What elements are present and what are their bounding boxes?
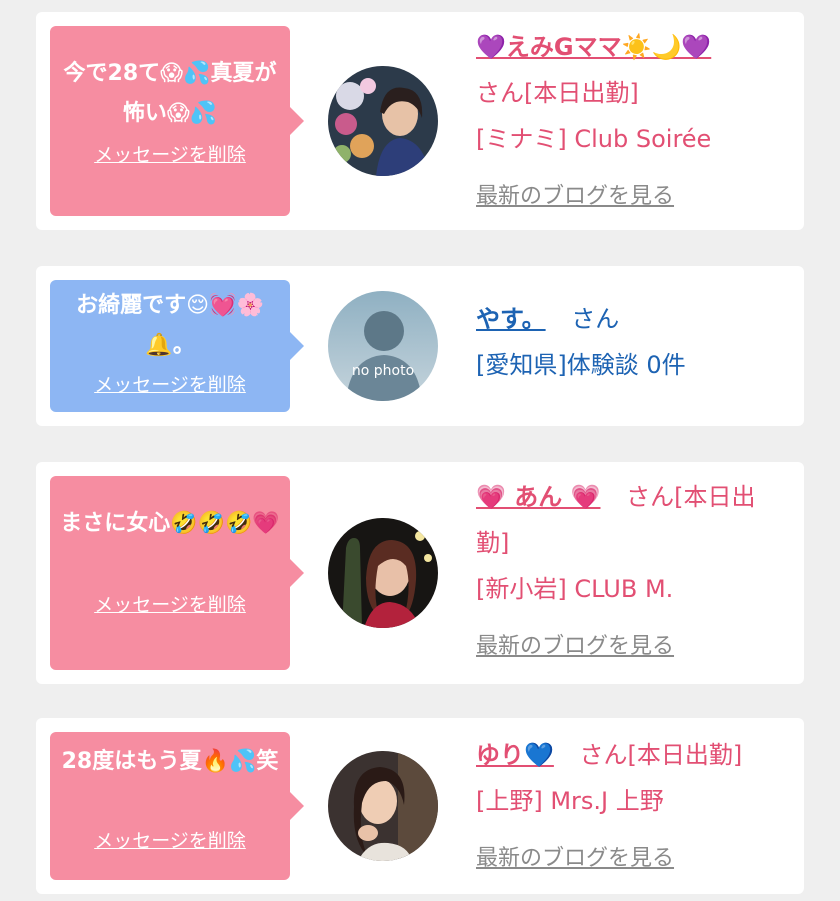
avatar[interactable]: [328, 66, 438, 176]
sender-name-link[interactable]: 💗 あん 💗: [476, 483, 600, 511]
sender-info: やす。 さん [愛知県]体験談 0件: [476, 296, 788, 388]
avatar-no-photo[interactable]: no photo: [328, 291, 438, 401]
store-info: [ミナミ] Club Soirée: [476, 125, 712, 153]
avatar[interactable]: [328, 751, 438, 861]
no-photo-label: no photo: [351, 363, 415, 379]
sender-name-link[interactable]: ゆり💙: [476, 741, 554, 769]
latest-blog-link[interactable]: 最新のブログを見る: [476, 624, 788, 670]
sender-name-link[interactable]: 💜えみGママ☀️🌙💜: [476, 33, 711, 61]
message-card: 28度はもう夏🔥💦笑 メッセージを削除 ゆり💙 さん[本日出勤] [上野] Mr…: [36, 718, 804, 894]
message-list: 今で28て😱💦真夏が怖い😱💦 メッセージを削除 💜えみGママ☀️🌙💜 さん[本日…: [0, 0, 840, 901]
sender-name-link[interactable]: やす。: [476, 305, 546, 333]
message-bubble: お綺麗です😌💓🌸🔔。 メッセージを削除: [50, 280, 304, 412]
delete-message-link[interactable]: メッセージを削除: [60, 140, 280, 167]
store-info: [新小岩] CLUB M.: [476, 575, 674, 603]
sender-info: ゆり💙 さん[本日出勤] [上野] Mrs.J 上野 最新のブログを見る: [476, 732, 788, 882]
latest-blog-link[interactable]: 最新のブログを見る: [476, 836, 788, 882]
sender-status: さん: [571, 305, 620, 333]
avatar-photo: [328, 66, 438, 176]
latest-blog-link[interactable]: 最新のブログを見る: [476, 174, 788, 220]
message-card: まさに女心🤣🤣🤣💗 メッセージを削除 💗 あん 💗 さん[本日出勤] [新小岩]…: [36, 462, 804, 684]
message-text: 28度はもう夏🔥💦笑: [61, 749, 279, 774]
message-text: まさに女心🤣🤣🤣💗: [60, 511, 280, 536]
message-card: 今で28て😱💦真夏が怖い😱💦 メッセージを削除 💜えみGママ☀️🌙💜 さん[本日…: [36, 12, 804, 230]
no-photo-icon: [328, 291, 438, 401]
avatar-photo: [328, 751, 438, 861]
store-info: [上野] Mrs.J 上野: [476, 787, 664, 815]
sender-status: さん[本日出勤]: [579, 741, 743, 769]
store-info: [愛知県]体験談 0件: [476, 351, 686, 379]
delete-message-link[interactable]: メッセージを削除: [60, 370, 280, 397]
sender-status: さん[本日出勤]: [476, 79, 639, 107]
sender-info: 💗 あん 💗 さん[本日出勤] [新小岩] CLUB M. 最新のブログを見る: [476, 474, 788, 670]
avatar[interactable]: [328, 518, 438, 628]
message-bubble: 28度はもう夏🔥💦笑 メッセージを削除: [50, 732, 304, 880]
message-text: お綺麗です😌💓🌸🔔。: [76, 293, 264, 358]
message-card: お綺麗です😌💓🌸🔔。 メッセージを削除 no photo やす。 さん [愛知県…: [36, 266, 804, 426]
avatar-photo: [328, 518, 438, 628]
message-bubble: まさに女心🤣🤣🤣💗 メッセージを削除: [50, 476, 304, 670]
message-text: 今で28て😱💦真夏が怖い😱💦: [63, 61, 277, 126]
delete-message-link[interactable]: メッセージを削除: [60, 826, 280, 853]
delete-message-link[interactable]: メッセージを削除: [60, 590, 280, 617]
sender-info: 💜えみGママ☀️🌙💜 さん[本日出勤] [ミナミ] Club Soirée 最新…: [476, 24, 788, 220]
message-bubble: 今で28て😱💦真夏が怖い😱💦 メッセージを削除: [50, 26, 304, 216]
